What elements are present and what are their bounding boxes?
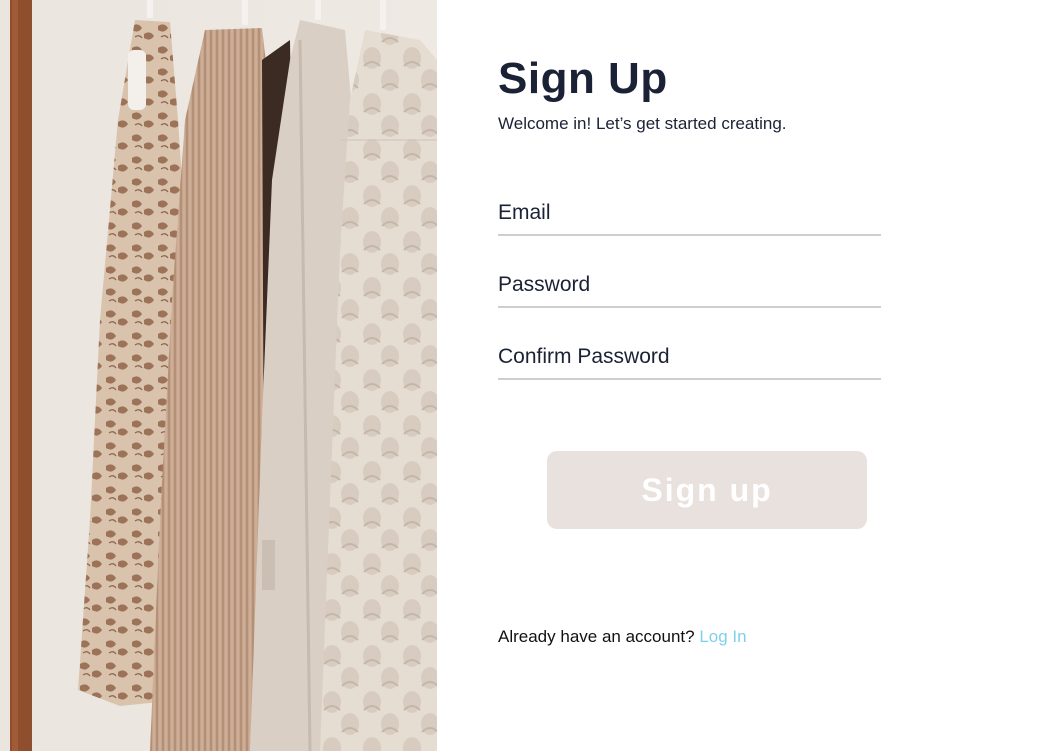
login-prompt: Already have an account? Log In [498,627,747,647]
password-field[interactable] [498,264,881,306]
signup-form: Sign Up Welcome in! Let’s get started cr… [437,0,1057,751]
password-field-wrapper [498,264,881,308]
signup-button[interactable]: Sign up [547,451,867,529]
clothes-rack-photo [0,0,437,751]
confirm-password-field-wrapper [498,336,881,380]
page-title: Sign Up [498,54,668,103]
login-prompt-text: Already have an account? [498,627,700,646]
page-subtitle: Welcome in! Let’s get started creating. [498,114,787,133]
login-link[interactable]: Log In [699,627,746,646]
email-field[interactable] [498,192,881,234]
signup-page: Sign Up Welcome in! Let’s get started cr… [0,0,1057,751]
confirm-password-field[interactable] [498,336,881,378]
email-field-wrapper [498,192,881,236]
